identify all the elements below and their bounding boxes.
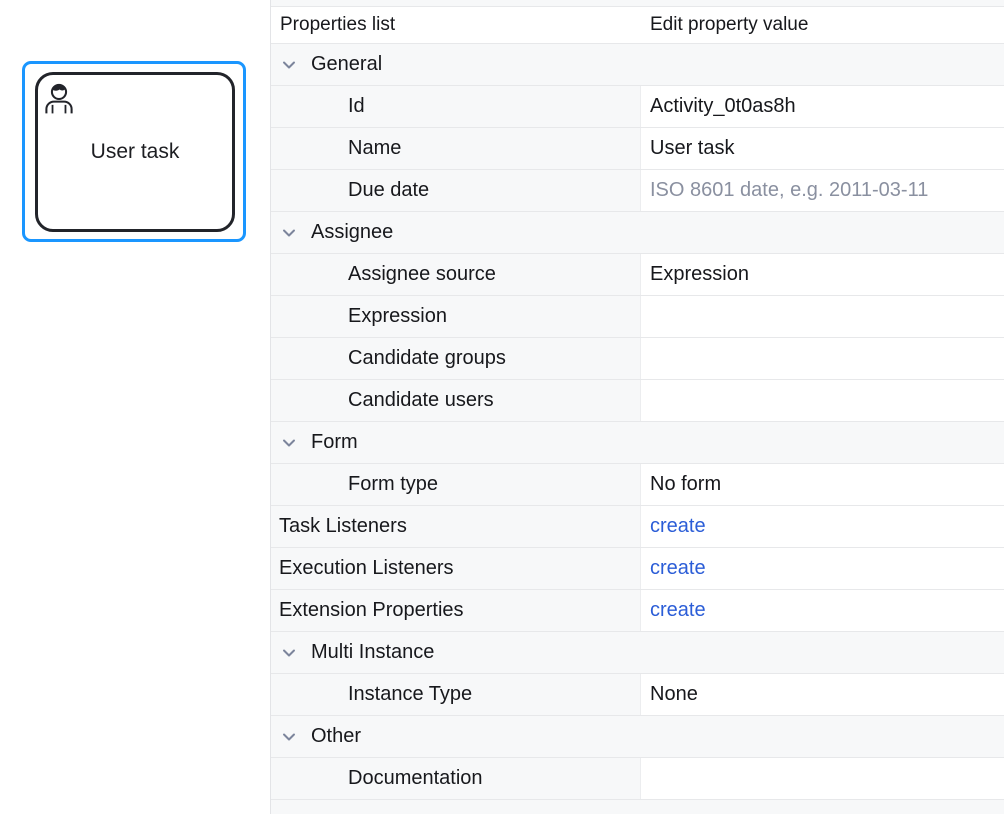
section-title: Assignee bbox=[311, 221, 393, 244]
section-row-assignee[interactable]: Assignee bbox=[271, 212, 1004, 254]
form-type-select[interactable]: No form bbox=[641, 464, 1004, 505]
property-label: Documentation bbox=[271, 758, 641, 799]
chevron-down-icon bbox=[282, 228, 296, 238]
property-label: Expression bbox=[271, 296, 641, 337]
property-row-candidate-users: Candidate users bbox=[271, 380, 1004, 422]
property-row-candidate-groups: Candidate groups bbox=[271, 338, 1004, 380]
property-row-id: Id Activity_0t0as8h bbox=[271, 86, 1004, 128]
property-row-form-type: Form type No form bbox=[271, 464, 1004, 506]
property-row-due-date: Due date ISO 8601 date, e.g. 2011-03-11 bbox=[271, 170, 1004, 212]
assignee-source-select[interactable]: Expression bbox=[641, 254, 1004, 295]
section-title: General bbox=[311, 53, 382, 76]
property-row-task-listeners: Task Listeners create bbox=[271, 506, 1004, 548]
properties-panel: Properties list Edit property value Gene… bbox=[270, 0, 1004, 814]
next-row-sliver bbox=[271, 800, 1004, 814]
bpmn-canvas[interactable]: User task bbox=[0, 0, 270, 814]
property-label: Instance Type bbox=[271, 674, 641, 715]
user-task-label: User task bbox=[91, 140, 180, 164]
property-label: Name bbox=[271, 128, 641, 169]
task-listeners-value: create bbox=[641, 506, 1004, 547]
section-row-general[interactable]: General bbox=[271, 44, 1004, 86]
property-row-execution-listeners: Execution Listeners create bbox=[271, 548, 1004, 590]
property-label: Assignee source bbox=[271, 254, 641, 295]
property-row-instance-type: Instance Type None bbox=[271, 674, 1004, 716]
create-extension-property-link[interactable]: create bbox=[650, 599, 706, 622]
chevron-down-icon bbox=[282, 438, 296, 448]
extension-properties-value: create bbox=[641, 590, 1004, 631]
chevron-down-icon bbox=[282, 732, 296, 742]
property-label: Due date bbox=[271, 170, 641, 211]
section-title: Other bbox=[311, 725, 361, 748]
property-row-assignee-source: Assignee source Expression bbox=[271, 254, 1004, 296]
properties-list-header: Properties list bbox=[271, 14, 641, 36]
section-row-multi-instance[interactable]: Multi Instance bbox=[271, 632, 1004, 674]
property-label: Form type bbox=[271, 464, 641, 505]
create-execution-listener-link[interactable]: create bbox=[650, 557, 706, 580]
id-value-input[interactable]: Activity_0t0as8h bbox=[641, 86, 1004, 127]
chevron-down-icon bbox=[282, 60, 296, 70]
property-label: Execution Listeners bbox=[271, 548, 641, 589]
panel-header: Properties list Edit property value bbox=[271, 7, 1004, 44]
chevron-down-icon bbox=[282, 648, 296, 658]
instance-type-select[interactable]: None bbox=[641, 674, 1004, 715]
section-row-other[interactable]: Other bbox=[271, 716, 1004, 758]
candidate-groups-value-input[interactable] bbox=[641, 338, 1004, 379]
property-row-expression: Expression bbox=[271, 296, 1004, 338]
property-label: Id bbox=[271, 86, 641, 127]
property-row-documentation: Documentation bbox=[271, 758, 1004, 800]
name-value-input[interactable]: User task bbox=[641, 128, 1004, 169]
property-label: Candidate groups bbox=[271, 338, 641, 379]
property-label: Candidate users bbox=[271, 380, 641, 421]
section-row-form[interactable]: Form bbox=[271, 422, 1004, 464]
candidate-users-value-input[interactable] bbox=[641, 380, 1004, 421]
execution-listeners-value: create bbox=[641, 548, 1004, 589]
create-task-listener-link[interactable]: create bbox=[650, 515, 706, 538]
user-icon bbox=[41, 78, 77, 114]
edit-property-value-header: Edit property value bbox=[641, 14, 1004, 36]
property-label: Task Listeners bbox=[271, 506, 641, 547]
documentation-value-input[interactable] bbox=[641, 758, 1004, 799]
property-label: Extension Properties bbox=[271, 590, 641, 631]
due-date-value-input[interactable]: ISO 8601 date, e.g. 2011-03-11 bbox=[641, 170, 1004, 211]
section-title: Form bbox=[311, 431, 358, 454]
property-row-name: Name User task bbox=[271, 128, 1004, 170]
section-title: Multi Instance bbox=[311, 641, 434, 664]
scrolled-row-sliver bbox=[271, 0, 1004, 7]
property-row-extension-properties: Extension Properties create bbox=[271, 590, 1004, 632]
expression-value-input[interactable] bbox=[641, 296, 1004, 337]
